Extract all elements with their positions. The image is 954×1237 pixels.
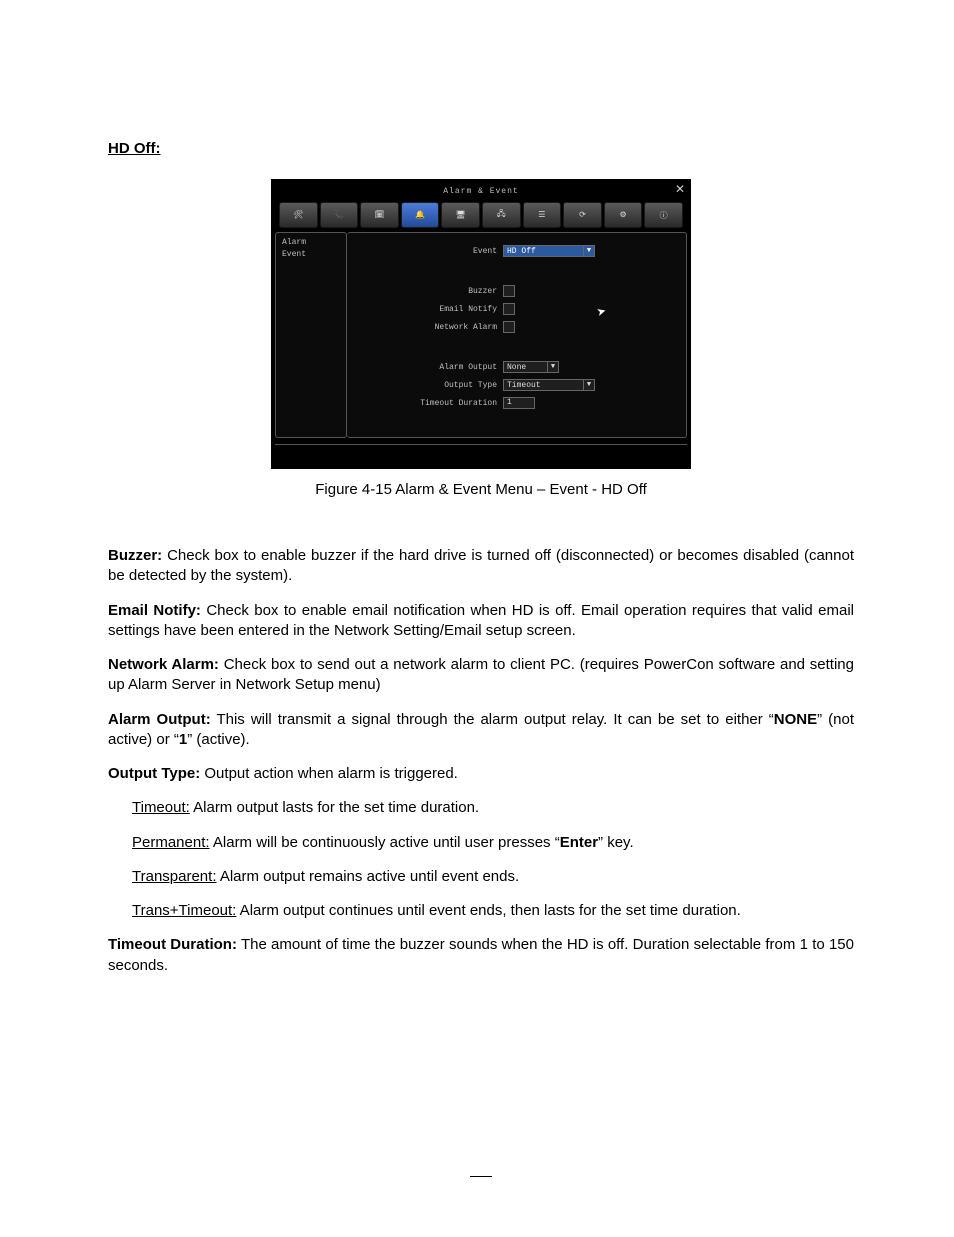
toolbar-button-3[interactable]: 🗓 (360, 202, 399, 228)
text: Check box to enable email notification w… (108, 602, 854, 639)
alarm-output-select[interactable]: None ▼ (503, 361, 559, 373)
event-label: Event (353, 247, 503, 256)
gear-icon: ⚙ (619, 210, 626, 220)
bell-icon: 🔔 (415, 210, 425, 220)
label-email-notify: Email Notify: (108, 602, 201, 619)
text: Check box to enable buzzer if the hard d… (108, 547, 854, 584)
window-title: Alarm & Event (275, 183, 687, 202)
event-value: HD Off (507, 247, 536, 256)
label-transparent: Transparent: (132, 868, 217, 885)
output-type-label: Output Type (353, 381, 503, 390)
output-type-value: Timeout (507, 381, 541, 390)
toolbar-button-6[interactable]: 🖧 (482, 202, 521, 228)
output-type-select[interactable]: Timeout ▼ (503, 379, 595, 391)
monitor-icon: 🖥 (456, 210, 466, 220)
para-alarm-output: Alarm Output: This will transmit a signa… (108, 710, 854, 751)
event-select[interactable]: HD Off ▼ (503, 245, 595, 257)
email-notify-label: Email Notify (353, 305, 503, 314)
sidebar: Alarm Event (275, 232, 347, 438)
alarm-output-label: Alarm Output (353, 363, 503, 372)
toolbar-button-4[interactable]: 🔔 (401, 202, 440, 228)
label-timeout: Timeout: (132, 799, 190, 816)
key-enter: Enter (560, 834, 598, 851)
text: Alarm output lasts for the set time dura… (190, 799, 479, 816)
info-icon: ⓘ (660, 210, 668, 221)
chevron-down-icon: ▼ (583, 246, 594, 256)
timeout-duration-label: Timeout Duration (353, 399, 503, 408)
para-buzzer: Buzzer: Check box to enable buzzer if th… (108, 546, 854, 587)
timeout-duration-input[interactable]: 1 (503, 397, 535, 409)
chevron-down-icon: ▼ (547, 362, 558, 372)
toolbar-button-2[interactable]: 📞 (320, 202, 359, 228)
text: Output action when alarm is triggered. (200, 765, 458, 782)
label-permanent: Permanent: (132, 834, 210, 851)
label-alarm-output: Alarm Output: (108, 711, 211, 728)
alarm-output-value: None (507, 363, 526, 372)
chevron-down-icon: ▼ (583, 380, 594, 390)
buzzer-label: Buzzer (353, 287, 503, 296)
page-number-rule (470, 1176, 492, 1177)
toolbar-button-7[interactable]: ☰ (523, 202, 562, 228)
value-none: NONE (774, 711, 817, 728)
toolbar-button-5[interactable]: 🖥 (441, 202, 480, 228)
para-timeout-duration: Timeout Duration: The amount of time the… (108, 935, 854, 976)
para-trans-timeout: Trans+Timeout: Alarm output continues un… (132, 901, 854, 921)
para-transparent: Transparent: Alarm output remains active… (132, 867, 854, 887)
toolbar-button-1[interactable]: 🛠 (279, 202, 318, 228)
para-timeout: Timeout: Alarm output lasts for the set … (132, 798, 854, 818)
wrench-icon: 🛠 (293, 210, 303, 220)
label-trans-timeout: Trans+Timeout: (132, 902, 236, 919)
value-one: 1 (179, 731, 187, 748)
text: Alarm output remains active until event … (217, 868, 520, 885)
para-output-type: Output Type: Output action when alarm is… (108, 764, 854, 784)
label-timeout-duration: Timeout Duration: (108, 936, 237, 953)
sidebar-item-alarm[interactable]: Alarm (282, 237, 340, 249)
main-panel: Event HD Off ▼ Buzzer Email Notify (347, 232, 687, 438)
bottom-bar (275, 444, 687, 451)
network-alarm-label: Network Alarm (353, 323, 503, 332)
network-icon: 🖧 (497, 208, 506, 222)
toolbar: 🛠 📞 🗓 🔔 🖥 🖧 ☰ ⟳ ⚙ ⓘ (275, 202, 687, 232)
label-output-type: Output Type: (108, 765, 200, 782)
list-icon: ☰ (538, 210, 545, 220)
toolbar-button-10[interactable]: ⓘ (644, 202, 683, 228)
screenshot: ✕ Alarm & Event 🛠 📞 🗓 🔔 🖥 🖧 ☰ ⟳ ⚙ ⓘ Alar… (271, 179, 691, 469)
close-icon[interactable]: ✕ (675, 182, 685, 196)
para-network: Network Alarm: Check box to send out a n… (108, 655, 854, 696)
calendar-icon: 🗓 (374, 210, 384, 220)
label-network-alarm: Network Alarm: (108, 656, 219, 673)
para-email: Email Notify: Check box to enable email … (108, 601, 854, 642)
network-alarm-checkbox[interactable] (503, 321, 515, 333)
text: Alarm output continues until event ends,… (236, 902, 740, 919)
email-notify-checkbox[interactable] (503, 303, 515, 315)
section-title: HD Off: (108, 140, 854, 157)
text: This will transmit a signal through the … (211, 711, 774, 728)
figure-caption: Figure 4-15 Alarm & Event Menu – Event -… (108, 481, 854, 498)
buzzer-checkbox[interactable] (503, 285, 515, 297)
text: Check box to send out a network alarm to… (108, 656, 854, 693)
para-permanent: Permanent: Alarm will be continuously ac… (132, 833, 854, 853)
label-buzzer: Buzzer: (108, 547, 162, 564)
phone-icon: 📞 (334, 210, 344, 220)
refresh-icon: ⟳ (579, 210, 586, 220)
text: Alarm will be continuously active until … (210, 834, 560, 851)
text: ” key. (598, 834, 634, 851)
text: ” (active). (187, 731, 250, 748)
toolbar-button-8[interactable]: ⟳ (563, 202, 602, 228)
sidebar-item-event[interactable]: Event (282, 249, 340, 261)
toolbar-button-9[interactable]: ⚙ (604, 202, 643, 228)
